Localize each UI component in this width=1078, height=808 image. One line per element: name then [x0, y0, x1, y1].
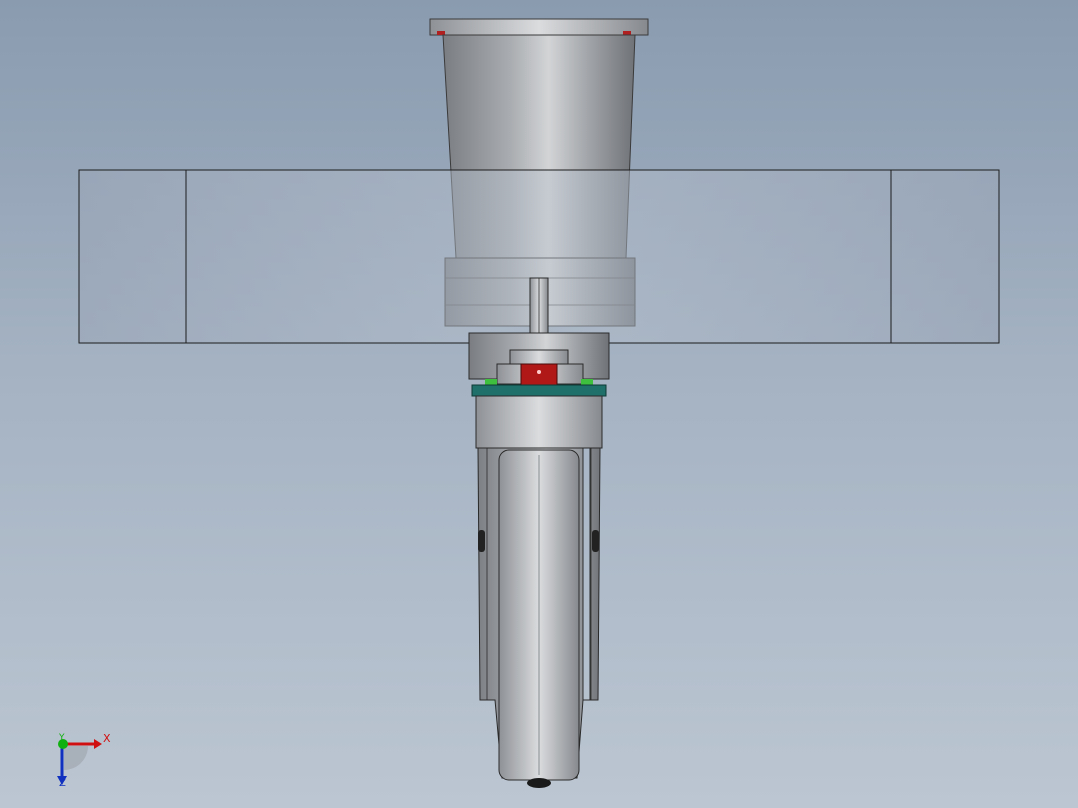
- model-scene[interactable]: [0, 0, 1078, 808]
- plate-marker-left: [485, 379, 497, 385]
- red-key[interactable]: [520, 363, 558, 387]
- flange-bolt-right: [623, 31, 631, 35]
- wheel[interactable]: [498, 449, 580, 788]
- motor-flange[interactable]: [429, 18, 649, 36]
- z-axis-label: Z: [59, 778, 66, 789]
- triad-arc: [64, 746, 88, 770]
- cad-viewport[interactable]: X Y Z: [0, 0, 1078, 808]
- axle-cap-right: [592, 530, 599, 552]
- x-axis-head: [94, 739, 102, 749]
- flange-bolt-left: [437, 31, 445, 35]
- y-axis-label: Y: [59, 733, 65, 743]
- key-screw: [537, 370, 541, 374]
- plate-marker-right: [581, 379, 593, 385]
- wheel-tread: [527, 778, 551, 788]
- axle-cap-left: [478, 530, 485, 552]
- x-axis-label: X: [103, 732, 111, 745]
